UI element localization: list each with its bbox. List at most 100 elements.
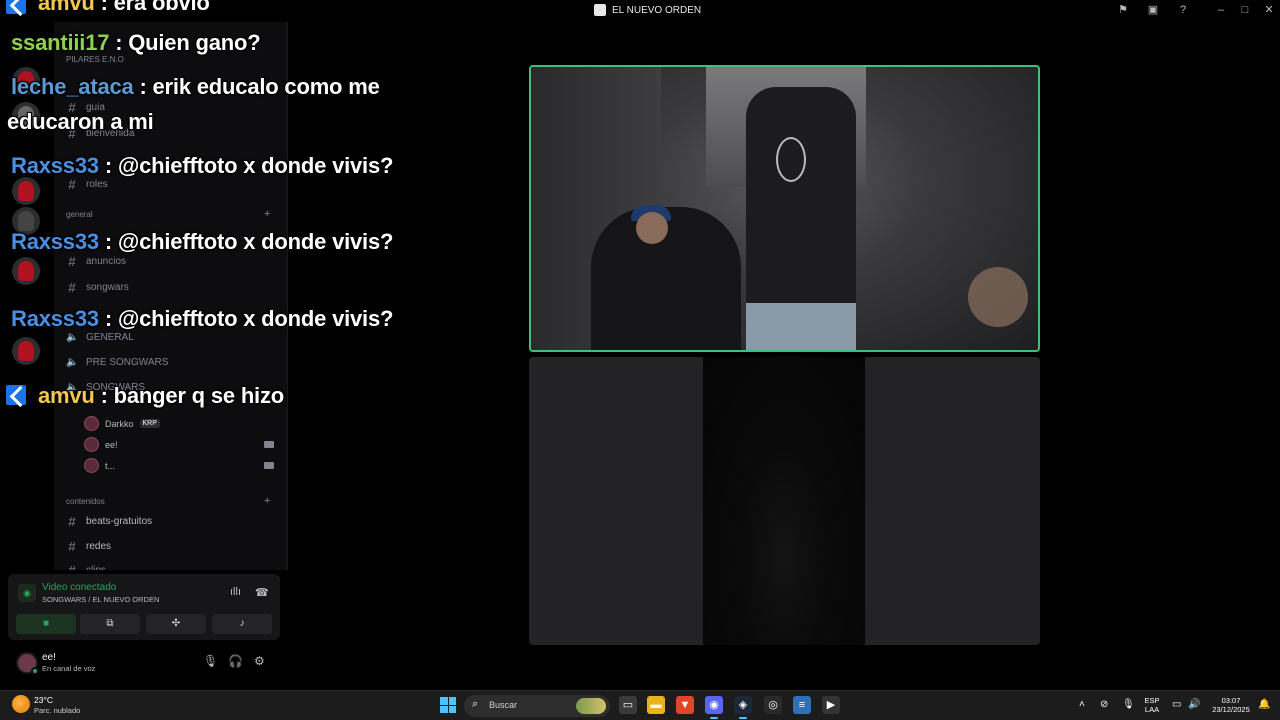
user-name[interactable]: ee! xyxy=(42,652,56,663)
voice-channel-general[interactable]: 🔈 GENERAL xyxy=(66,332,134,343)
channel-clips[interactable]: # clips xyxy=(66,563,106,570)
hash-icon: # xyxy=(68,254,76,269)
video-feed-dark xyxy=(703,357,865,645)
avatar xyxy=(84,458,99,473)
server-rail xyxy=(0,22,54,570)
channel-guia[interactable]: # guia xyxy=(66,100,105,115)
server-icon[interactable] xyxy=(12,207,40,235)
category-general[interactable]: general xyxy=(66,210,93,219)
voice-user[interactable]: Darkko KRP xyxy=(84,416,160,431)
network-off-icon[interactable]: ⊘ xyxy=(1100,699,1108,710)
obs-icon[interactable]: ◎ xyxy=(764,696,782,714)
channel-bienvenida[interactable]: # bienvenida xyxy=(66,126,134,141)
video-tile-speaking[interactable] xyxy=(529,65,1040,352)
avatar xyxy=(84,416,99,431)
channel-redes[interactable]: # redes xyxy=(66,539,111,554)
server-icon-active[interactable] xyxy=(12,177,40,205)
channel-label: songwars xyxy=(86,282,129,293)
voice-user-name: t... xyxy=(105,460,116,471)
channel-roles[interactable]: # roles xyxy=(66,177,108,192)
search-highlight-image xyxy=(576,698,606,714)
help-icon[interactable]: ? xyxy=(1176,3,1190,17)
display-icon[interactable]: ▭ xyxy=(1172,699,1181,710)
server-icon[interactable] xyxy=(12,102,40,130)
flag-icon[interactable]: ⚑ xyxy=(1116,3,1130,17)
minimize-icon[interactable]: – xyxy=(1214,3,1228,17)
camera-icon xyxy=(264,462,274,469)
volume-icon[interactable]: 🔊 xyxy=(1188,699,1200,710)
media-player-icon[interactable]: ▶ xyxy=(822,696,840,714)
start-button[interactable] xyxy=(440,697,456,713)
jersey-logo xyxy=(776,137,806,182)
channel-label: guia xyxy=(86,102,105,113)
microphone-icon[interactable]: 🎙 xyxy=(1122,699,1135,710)
weather-description[interactable]: Parc. nublado xyxy=(34,706,80,715)
video-person xyxy=(968,267,1028,327)
channel-songwars[interactable]: # songwars xyxy=(66,280,129,295)
user-badge: KRP xyxy=(139,419,160,428)
maximize-icon[interactable]: □ xyxy=(1238,3,1252,17)
chevron-up-icon[interactable]: ˄ xyxy=(1079,699,1085,710)
brave-browser-icon[interactable]: ▼ xyxy=(676,696,694,714)
file-explorer-icon[interactable]: ▬ xyxy=(647,696,665,714)
task-view-icon[interactable]: ▭ xyxy=(619,696,637,714)
activities-button[interactable]: ✣ xyxy=(146,614,206,634)
close-icon[interactable]: ✕ xyxy=(1262,3,1276,17)
steam-icon[interactable]: ◈ xyxy=(734,696,752,719)
server-header[interactable]: PILARES E.N.O xyxy=(66,55,124,64)
taskbar-search[interactable]: ⌕ Buscar xyxy=(464,695,610,717)
voice-channel-name[interactable]: SONGWARS / EL NUEVO ORDEN xyxy=(42,595,159,604)
window-title: EL NUEVO ORDEN xyxy=(594,4,701,16)
settings-gear-icon[interactable]: ⚙ xyxy=(254,654,265,668)
voice-channel-songwars[interactable]: 🔈 SONGWARS xyxy=(66,382,145,393)
camera-icon xyxy=(264,441,274,448)
add-channel-icon[interactable]: + xyxy=(264,208,270,220)
channel-beats-gratuitos[interactable]: # beats-gratuitos xyxy=(66,514,152,529)
screen-share-button[interactable]: ⧉ xyxy=(80,614,140,634)
server-icon[interactable] xyxy=(12,257,40,285)
voice-channel-pre-songwars[interactable]: 🔈 PRE SONGWARS xyxy=(66,357,168,368)
notification-bell-icon[interactable]: 🔔 xyxy=(1258,699,1270,710)
channel-sidebar: PILARES E.N.O # guia # bienvenida # roles g… xyxy=(54,22,288,570)
channel-label: roles xyxy=(86,179,108,190)
voice-status[interactable]: Video conectado xyxy=(42,582,116,593)
video-person xyxy=(636,212,668,244)
clock-time: 03:07 xyxy=(1221,696,1241,705)
voice-user-name: ee! xyxy=(105,439,118,450)
channel-label: anuncios xyxy=(86,256,127,267)
keyboard-layout: LAA xyxy=(1144,705,1160,714)
avatar[interactable] xyxy=(16,652,39,675)
microphone-icon[interactable]: 🎙 xyxy=(203,654,218,668)
video-tile[interactable] xyxy=(529,357,1040,645)
inbox-icon[interactable]: ▣ xyxy=(1146,3,1160,17)
server-icon[interactable] xyxy=(12,67,40,95)
server-logo-icon xyxy=(594,4,606,16)
weather-temperature[interactable]: 23°C xyxy=(34,695,53,705)
user-panel: ee! En canal de voz 🎙 🎧 ⚙ xyxy=(8,644,280,680)
voice-user-name: Darkko xyxy=(105,418,134,429)
channel-label: beats-gratuitos xyxy=(86,516,153,527)
clock[interactable]: 03:07 23/12/2025 xyxy=(1206,696,1256,714)
soundboard-button[interactable]: ♪ xyxy=(212,614,272,634)
category-contenidos[interactable]: contenidos xyxy=(66,497,105,506)
disconnect-icon[interactable]: ☎ xyxy=(255,586,269,599)
notepad-icon[interactable]: ≡ xyxy=(793,696,811,714)
weather-icon[interactable] xyxy=(12,695,30,713)
headphones-icon[interactable]: 🎧 xyxy=(228,654,243,668)
signal-icon[interactable]: ◉ xyxy=(18,584,36,602)
channel-label: redes xyxy=(86,541,112,552)
noise-suppression-icon[interactable]: ıllı xyxy=(230,586,241,598)
voice-user[interactable]: t... xyxy=(84,458,115,473)
language-indicator[interactable]: ESP LAA xyxy=(1142,696,1162,714)
video-person xyxy=(746,87,856,350)
server-icon[interactable] xyxy=(12,337,40,365)
hash-icon: # xyxy=(68,177,76,192)
channel-anuncios[interactable]: # anuncios xyxy=(66,254,126,269)
window-title-text: EL NUEVO ORDEN xyxy=(612,4,702,16)
voice-user[interactable]: ee! xyxy=(84,437,118,452)
channel-label: SONGWARS xyxy=(86,382,146,393)
discord-icon[interactable]: ◉ xyxy=(705,696,723,719)
camera-button[interactable]: ■ xyxy=(16,614,76,634)
add-channel-icon[interactable]: + xyxy=(264,495,270,507)
channel-label: PRE SONGWARS xyxy=(86,357,169,368)
